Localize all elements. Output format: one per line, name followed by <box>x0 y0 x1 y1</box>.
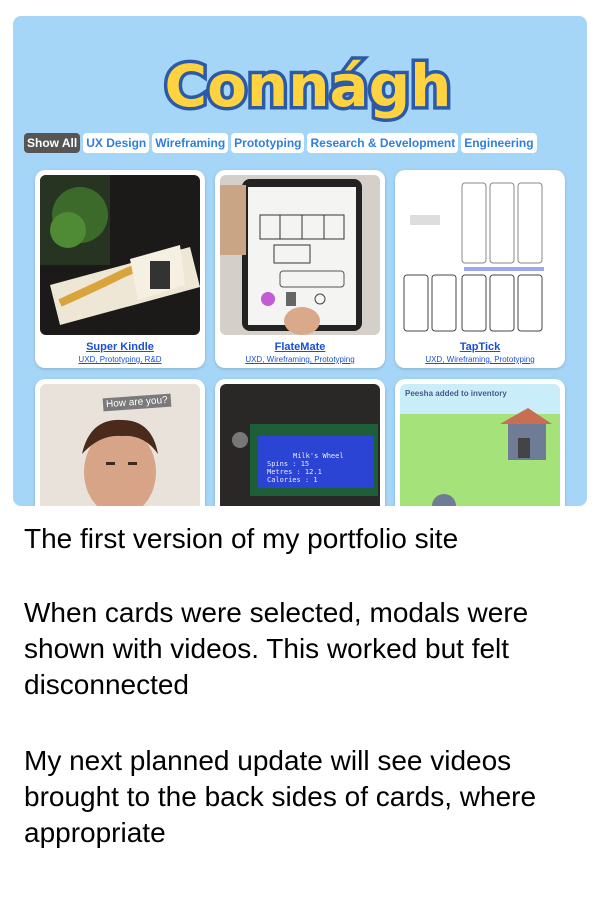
filter-wireframing[interactable]: Wireframing <box>152 133 229 153</box>
card-tags[interactable]: UXD, Prototyping, R&D <box>35 355 205 364</box>
super-kindle-thumbnail <box>40 175 200 335</box>
overlay-text: Peesha added to inventory <box>405 389 507 398</box>
lcd-line: Milk's Wheel <box>293 452 344 460</box>
filter-research-development[interactable]: Research & Development <box>307 133 459 153</box>
caption-paragraph-3: My next planned update will see videos b… <box>24 745 537 848</box>
card-milk-wheel[interactable]: Milk's Wheel Spins : 15 Metres : 12.1 Ca… <box>215 379 385 506</box>
card-face-video[interactable]: How are you? <box>35 379 205 506</box>
flatemate-thumbnail <box>220 175 380 335</box>
filter-prototyping[interactable]: Prototyping <box>231 133 305 153</box>
site-logo[interactable]: Connágh <box>163 34 453 134</box>
card-title[interactable]: Super Kindle <box>35 341 205 353</box>
filter-ux-design[interactable]: UX Design <box>83 133 150 153</box>
lcd-line: Calories : 1 <box>267 476 318 484</box>
caption-line-1: The first version of my portfolio site <box>24 523 459 554</box>
card-peesha-game[interactable]: Peesha added to inventory <box>395 379 565 506</box>
card-tags[interactable]: UXD, Wireframing, Prototyping <box>215 355 385 364</box>
lcd-line: Spins : 15 <box>267 460 310 468</box>
card-taptick[interactable]: TapTick UXD, Wireframing, Prototyping <box>395 170 565 368</box>
caption-paragraph-2: When cards were selected, modals were sh… <box>24 597 529 700</box>
filter-engineering[interactable]: Engineering <box>461 133 537 153</box>
lcd-thumbnail <box>220 384 380 506</box>
game-thumbnail <box>400 384 560 506</box>
filter-show-all[interactable]: Show All <box>24 133 81 153</box>
lcd-readout: Milk's Wheel Spins : 15 Metres : 12.1 Ca… <box>267 452 385 484</box>
card-title[interactable]: FlateMate <box>215 341 385 353</box>
card-super-kindle[interactable]: Super Kindle UXD, Prototyping, R&D <box>35 170 205 368</box>
logo-text: Connágh <box>165 52 452 120</box>
card-title[interactable]: TapTick <box>395 341 565 353</box>
lcd-line: Metres : 12.1 <box>267 468 322 476</box>
card-tags[interactable]: UXD, Wireframing, Prototyping <box>395 355 565 364</box>
filter-bar: Show All UX Design Wireframing Prototypi… <box>24 133 537 153</box>
card-flatemate[interactable]: FlateMate UXD, Wireframing, Prototyping <box>215 170 385 368</box>
taptick-thumbnail <box>400 175 560 335</box>
portfolio-screenshot: Connágh Show All UX Design Wireframing P… <box>13 16 587 506</box>
